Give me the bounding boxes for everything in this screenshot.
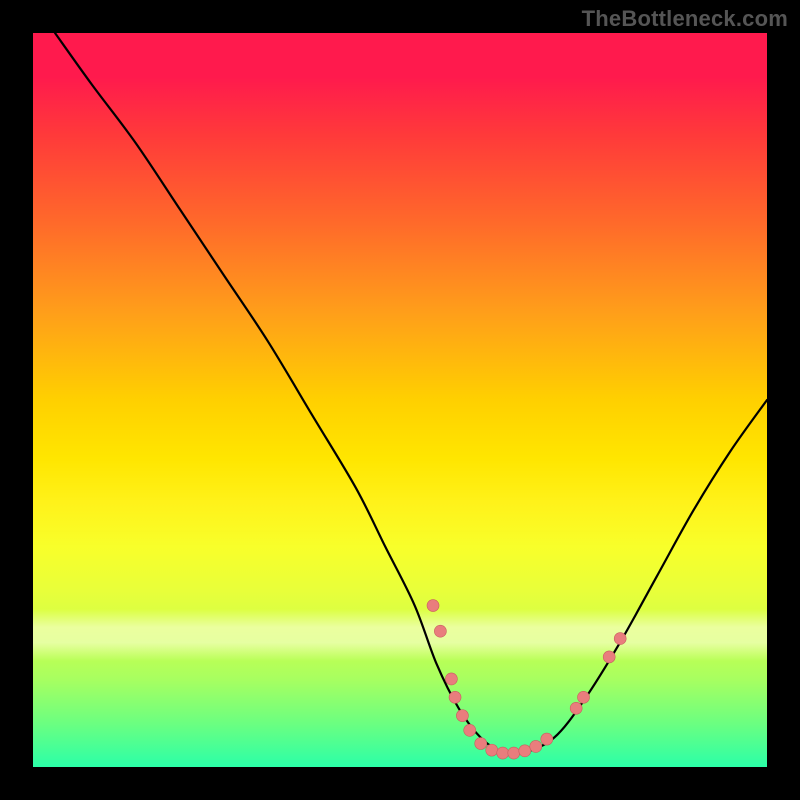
plot-area	[33, 33, 767, 767]
data-point	[456, 710, 468, 722]
data-point	[486, 744, 498, 756]
data-point	[519, 745, 531, 757]
data-point	[464, 724, 476, 736]
data-point	[614, 633, 626, 645]
chart-overlay	[33, 33, 767, 767]
data-points	[427, 600, 626, 760]
chart-container: TheBottleneck.com	[0, 0, 800, 800]
data-point	[570, 702, 582, 714]
data-point	[445, 673, 457, 685]
data-point	[541, 733, 553, 745]
data-point	[449, 691, 461, 703]
data-point	[475, 738, 487, 750]
data-point	[578, 691, 590, 703]
data-point	[603, 651, 615, 663]
data-point	[530, 740, 542, 752]
watermark-text: TheBottleneck.com	[582, 6, 788, 32]
data-point	[434, 625, 446, 637]
data-point	[427, 600, 439, 612]
data-point	[497, 747, 509, 759]
data-point	[508, 747, 520, 759]
bottleneck-curve	[55, 33, 767, 754]
